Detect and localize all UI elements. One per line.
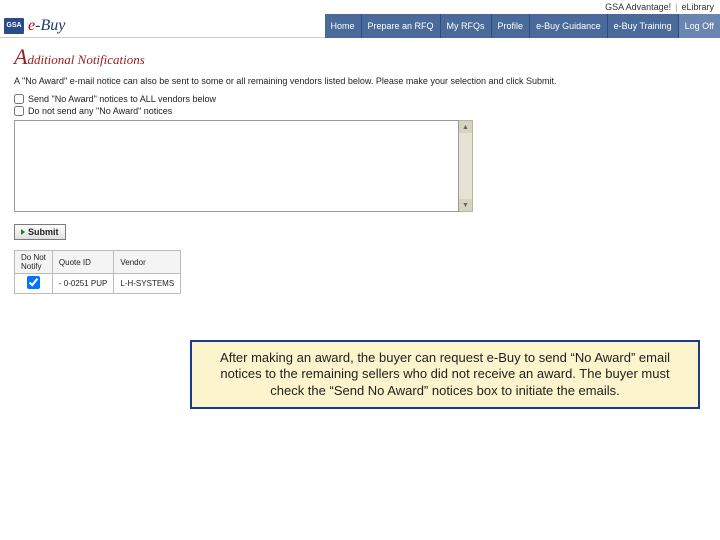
scroll-up-icon[interactable]: ▲ (459, 121, 472, 133)
nav-my-rfqs[interactable]: My RFQs (440, 14, 491, 38)
col-notify: Do Not Notify (15, 251, 53, 274)
table-row: - 0-0251 PUP L-H-SYSTEMS (15, 274, 181, 294)
elibrary-link[interactable]: eLibrary (681, 2, 714, 12)
section-heading: Additional Notifications (14, 44, 706, 70)
brand-title: e-Buy (28, 17, 65, 35)
send-all-checkbox[interactable] (14, 94, 24, 104)
nav-log-off[interactable]: Log Off (678, 14, 720, 38)
submit-label: Submit (28, 227, 59, 237)
textarea-scrollbar[interactable]: ▲ ▼ (459, 120, 473, 212)
gsa-advantage-link[interactable]: GSA Advantage! (605, 2, 671, 12)
nav-prepare-rfq[interactable]: Prepare an RFQ (361, 14, 440, 38)
col-quote-id: Quote ID (52, 251, 113, 274)
send-none-checkbox[interactable] (14, 106, 24, 116)
main-nav: Home Prepare an RFQ My RFQs Profile e-Bu… (325, 14, 720, 38)
gsa-logo-icon: GSA (4, 18, 24, 34)
col-vendor: Vendor (114, 251, 181, 274)
instruction-text: A "No Award" e-mail notice can also be s… (14, 76, 706, 86)
send-none-label: Do not send any "No Award" notices (28, 106, 172, 116)
quote-id-cell: - 0-0251 PUP (52, 274, 113, 294)
nav-home[interactable]: Home (325, 14, 361, 38)
top-utility-bar: GSA Advantage! | eLibrary (0, 0, 720, 14)
notify-cell (15, 274, 53, 294)
submit-button[interactable]: Submit (14, 224, 66, 240)
message-textarea-wrap: ▲ ▼ (14, 120, 706, 212)
content-area: Additional Notifications A "No Award" e-… (0, 38, 720, 300)
vendor-table: Do Not Notify Quote ID Vendor - 0-0251 P… (14, 250, 181, 294)
separator: | (675, 2, 677, 12)
header-bar: GSA e-Buy Home Prepare an RFQ My RFQs Pr… (0, 14, 720, 38)
page-root: GSA Advantage! | eLibrary GSA e-Buy Home… (0, 0, 720, 540)
tutorial-annotation: After making an award, the buyer can req… (190, 340, 700, 409)
send-none-row[interactable]: Do not send any "No Award" notices (14, 106, 706, 116)
send-all-row[interactable]: Send "No Award" notices to ALL vendors b… (14, 94, 706, 104)
message-textarea[interactable] (14, 120, 459, 212)
play-icon (21, 229, 25, 235)
nav-ebuy-guidance[interactable]: e-Buy Guidance (529, 14, 607, 38)
heading-rest: dditional Notifications (27, 52, 144, 67)
nav-profile[interactable]: Profile (491, 14, 530, 38)
nav-ebuy-training[interactable]: e-Buy Training (607, 14, 678, 38)
do-not-notify-checkbox[interactable] (27, 276, 40, 289)
top-links: GSA Advantage! | eLibrary (605, 2, 714, 12)
heading-dropcap: A (14, 44, 27, 69)
send-all-label: Send "No Award" notices to ALL vendors b… (28, 94, 216, 104)
vendor-cell: L-H-SYSTEMS (114, 274, 181, 294)
brand-buy: -Buy (35, 17, 65, 34)
scroll-down-icon[interactable]: ▼ (459, 199, 472, 211)
